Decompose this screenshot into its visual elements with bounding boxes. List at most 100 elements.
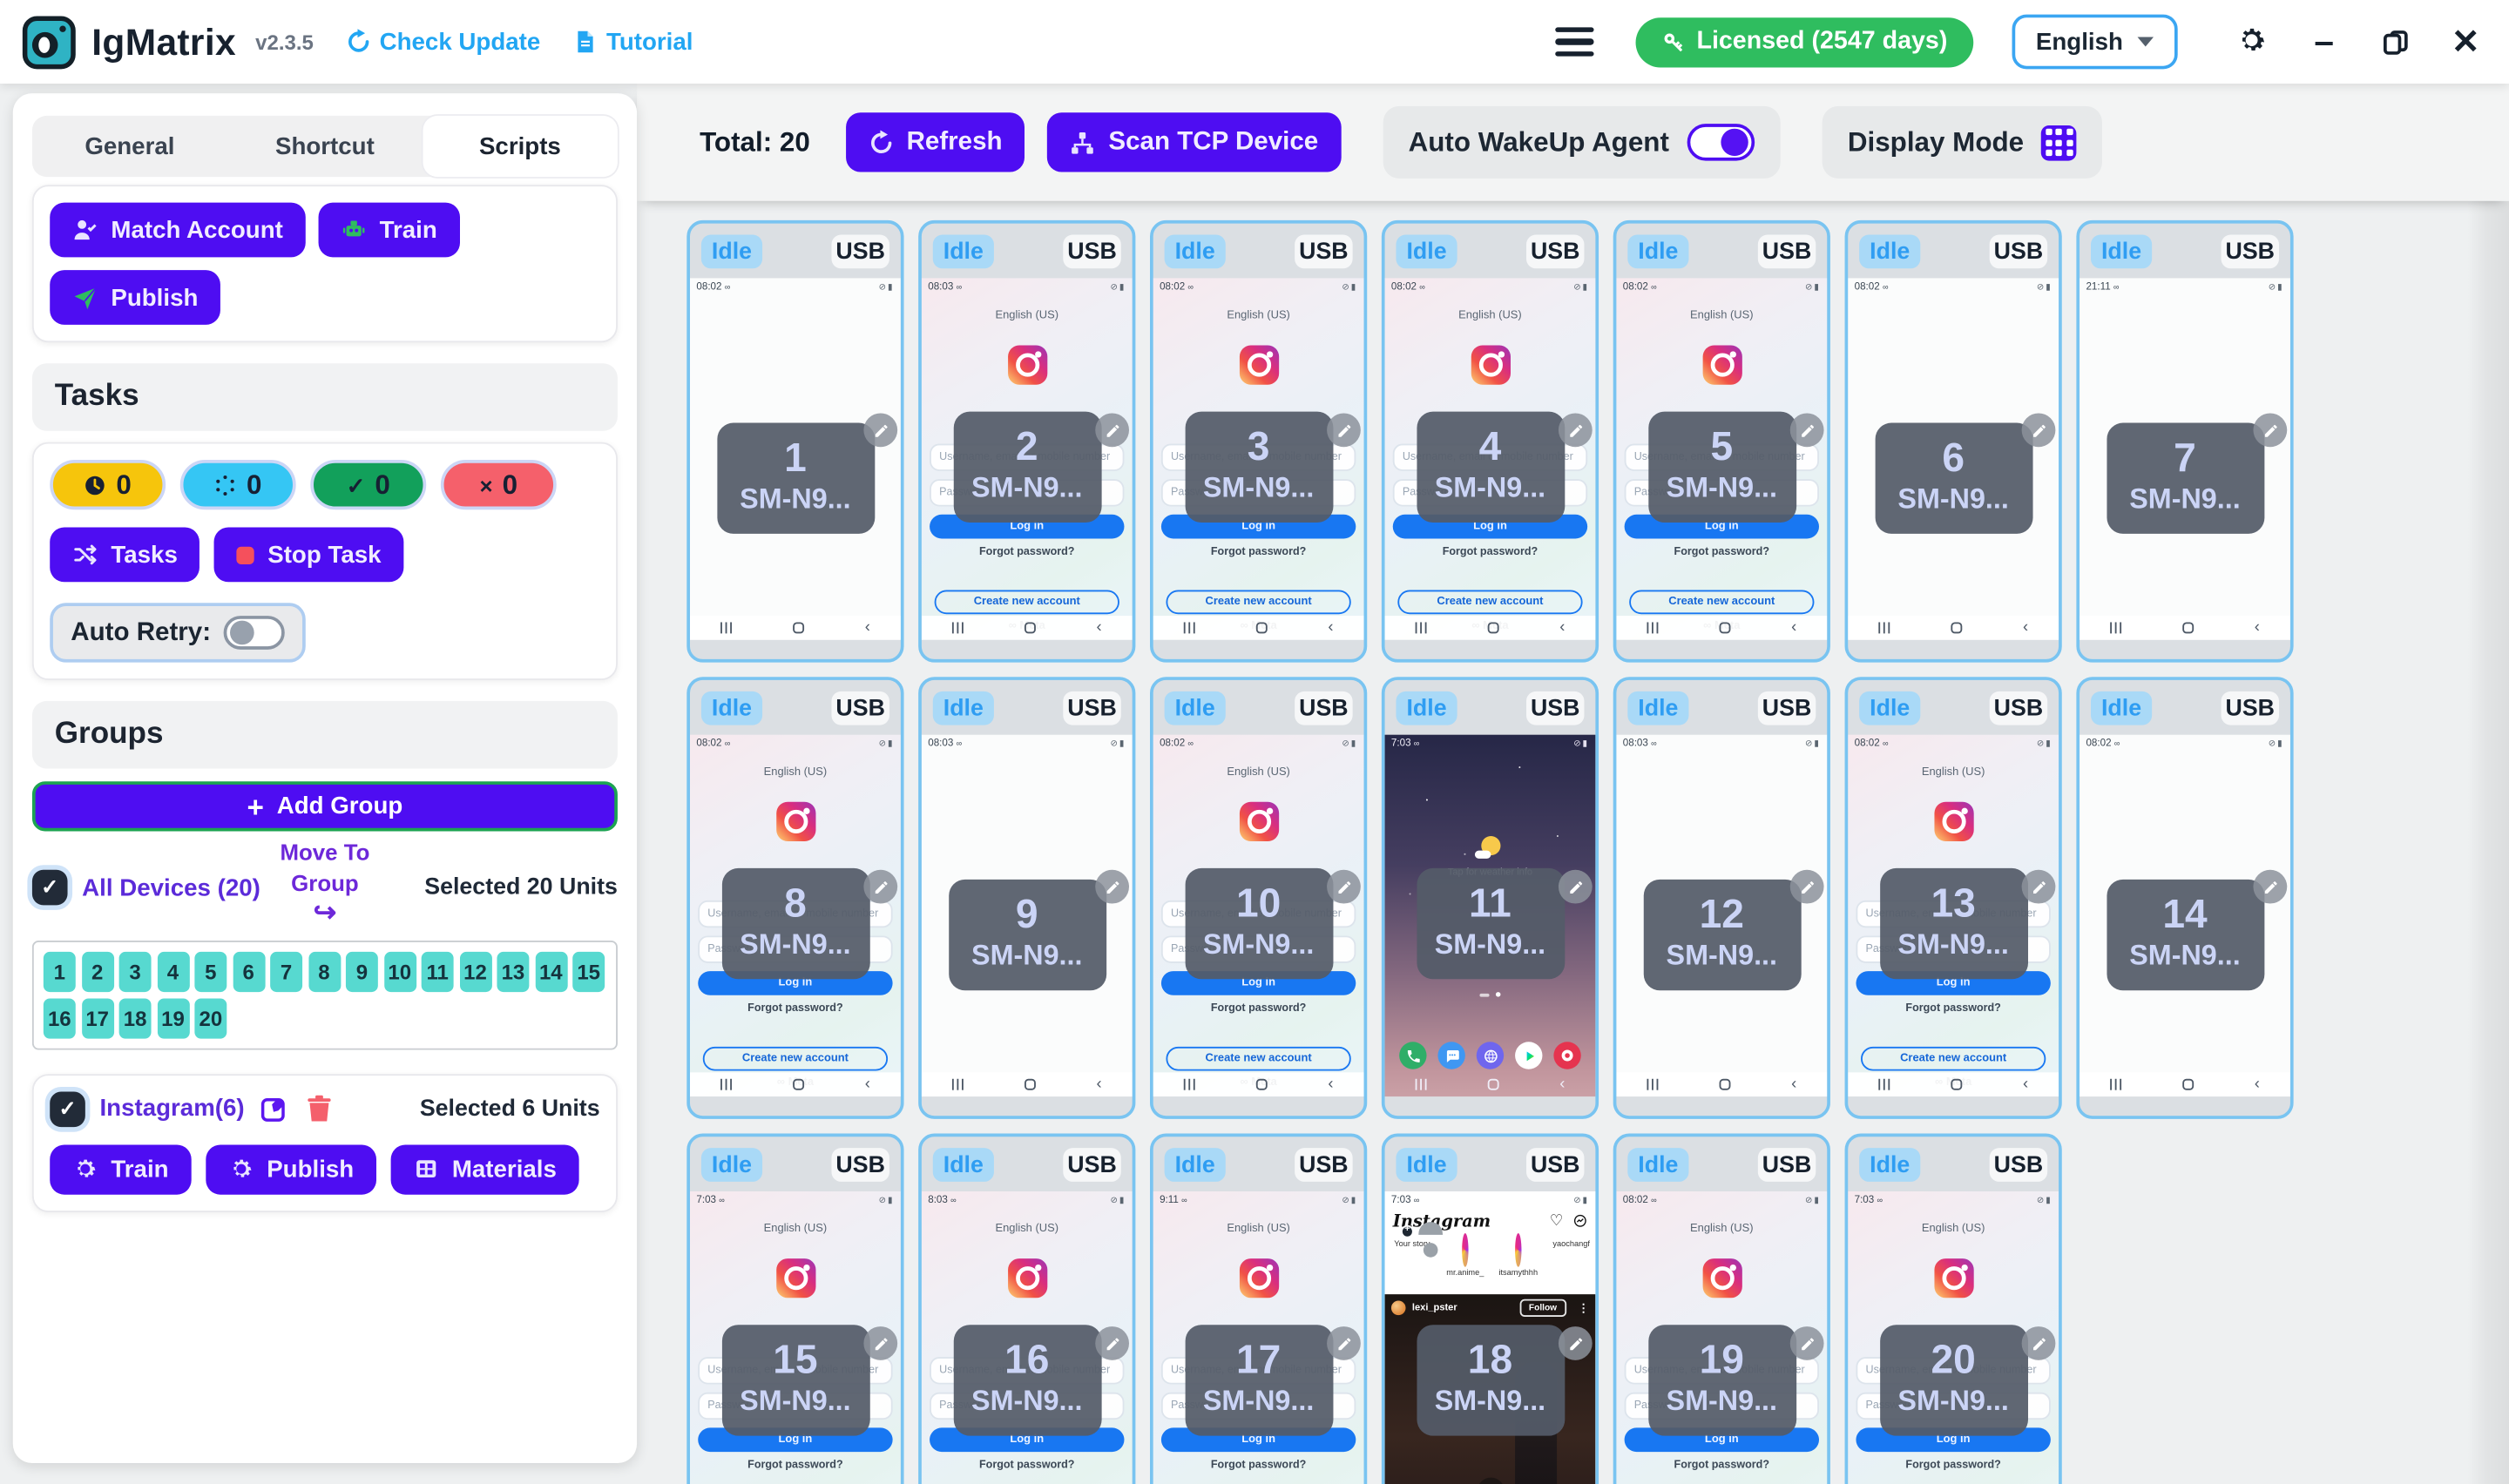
- device-card[interactable]: IdleUSB08:02 ∞⊘▮1SM-N9...‹: [686, 220, 903, 663]
- publish-button[interactable]: Publish: [50, 270, 220, 325]
- train-button[interactable]: Train: [318, 203, 459, 258]
- edit-group-button[interactable]: [259, 1093, 289, 1123]
- edit-device-button[interactable]: [1327, 413, 1361, 447]
- device-chip[interactable]: 20: [194, 998, 227, 1038]
- device-card[interactable]: IdleUSB7:03 ∞⊘▮English (US)Username, ema…: [686, 1134, 903, 1484]
- device-card[interactable]: IdleUSB08:02 ∞⊘▮English (US)Username, em…: [1613, 220, 1830, 663]
- device-card[interactable]: IdleUSB08:02 ∞⊘▮English (US)Username, em…: [1613, 1134, 1830, 1484]
- edit-device-button[interactable]: [1327, 870, 1361, 904]
- device-chip[interactable]: 18: [119, 998, 152, 1038]
- device-chip[interactable]: 17: [81, 998, 113, 1038]
- display-grid-icon[interactable]: [2041, 125, 2077, 160]
- window-minimize-button[interactable]: –: [2303, 21, 2345, 63]
- edit-device-button[interactable]: [2022, 413, 2056, 447]
- device-chip[interactable]: 8: [308, 952, 341, 992]
- group-train-button[interactable]: Train: [50, 1144, 191, 1194]
- tab-scripts[interactable]: Scripts: [423, 116, 618, 177]
- device-card[interactable]: IdleUSB7:03 ∞⊘▮Tap for weather info11SM-…: [1382, 677, 1599, 1119]
- device-chip[interactable]: 2: [81, 952, 113, 992]
- add-group-button[interactable]: + Add Group: [32, 781, 618, 831]
- device-chip[interactable]: 6: [233, 952, 265, 992]
- device-chip[interactable]: 15: [572, 952, 605, 992]
- connection-badge: USB: [1758, 691, 1816, 725]
- device-chip[interactable]: 13: [497, 952, 529, 992]
- device-chip[interactable]: 3: [119, 952, 152, 992]
- edit-device-button[interactable]: [863, 413, 897, 447]
- scroll-gutter[interactable]: [2467, 201, 2509, 1484]
- edit-device-button[interactable]: [863, 870, 897, 904]
- device-card[interactable]: IdleUSB08:03 ∞⊘▮12SM-N9...‹: [1613, 677, 1830, 1119]
- device-chip[interactable]: 7: [270, 952, 302, 992]
- device-card[interactable]: IdleUSB9:11 ∞⊘▮English (US)Username, ema…: [1150, 1134, 1367, 1484]
- language-select[interactable]: English: [2012, 15, 2177, 70]
- license-badge[interactable]: Licensed (2547 days): [1635, 17, 1973, 66]
- device-chip[interactable]: 14: [535, 952, 567, 992]
- device-card[interactable]: IdleUSB08:02 ∞⊘▮English (US)Username, em…: [1382, 220, 1599, 663]
- edit-device-button[interactable]: [1559, 413, 1593, 447]
- instagram-app-icon: [773, 1256, 818, 1301]
- move-to-group-button[interactable]: Move To Group ↪: [264, 834, 386, 929]
- match-account-button[interactable]: Match Account: [50, 203, 305, 258]
- device-card[interactable]: IdleUSB08:02 ∞⊘▮14SM-N9...‹: [2076, 677, 2293, 1119]
- all-devices-checkbox[interactable]: ✓: [32, 870, 68, 906]
- device-chip[interactable]: 5: [194, 952, 227, 992]
- device-card[interactable]: IdleUSB08:02 ∞⊘▮English (US)Username, em…: [686, 677, 903, 1119]
- device-chip[interactable]: 19: [157, 998, 189, 1038]
- menu-icon[interactable]: [1555, 27, 1593, 57]
- edit-device-button[interactable]: [1095, 413, 1129, 447]
- device-card[interactable]: IdleUSB08:02 ∞⊘▮6SM-N9...‹: [1845, 220, 2062, 663]
- phone-status-bar: 08:03 ∞⊘▮: [1616, 735, 1827, 752]
- window-restore-button[interactable]: [2374, 21, 2416, 63]
- edit-device-button[interactable]: [2253, 413, 2287, 447]
- instagram-group-checkbox[interactable]: ✓: [50, 1091, 85, 1127]
- delete-group-button[interactable]: [304, 1093, 335, 1123]
- device-card[interactable]: IdleUSB08:03 ∞⊘▮9SM-N9...‹: [918, 677, 1135, 1119]
- edit-device-button[interactable]: [1790, 870, 1824, 904]
- device-card[interactable]: IdleUSB21:11 ∞⊘▮7SM-N9...‹: [2076, 220, 2293, 663]
- tasks-button[interactable]: Tasks: [50, 528, 200, 583]
- tutorial-link[interactable]: Tutorial: [572, 28, 693, 55]
- tab-general[interactable]: General: [32, 116, 227, 177]
- stop-task-button[interactable]: Stop Task: [214, 528, 403, 583]
- device-chip[interactable]: 16: [44, 998, 76, 1038]
- edit-device-button[interactable]: [1790, 413, 1824, 447]
- edit-device-button[interactable]: [1790, 1326, 1824, 1360]
- edit-device-button[interactable]: [1095, 1326, 1129, 1360]
- device-chip[interactable]: 10: [383, 952, 416, 992]
- edit-device-button[interactable]: [1559, 1326, 1593, 1360]
- edit-device-button[interactable]: [2022, 1326, 2056, 1360]
- phone-language-label: English (US): [690, 1224, 901, 1235]
- settings-gear-button[interactable]: [2232, 21, 2274, 63]
- scan-tcp-button[interactable]: Scan TCP Device: [1047, 112, 1341, 172]
- device-card[interactable]: IdleUSB08:02 ∞⊘▮English (US)Username, em…: [1845, 677, 2062, 1119]
- auto-wakeup-toggle[interactable]: [1687, 124, 1755, 160]
- auto-retry-toggle[interactable]: [224, 616, 285, 650]
- instagram-group-label[interactable]: Instagram(6): [99, 1095, 244, 1122]
- device-card[interactable]: IdleUSB08:02 ∞⊘▮English (US)Username, em…: [1150, 220, 1367, 663]
- refresh-button[interactable]: Refresh: [845, 112, 1025, 172]
- edit-device-button[interactable]: [1095, 870, 1129, 904]
- check-update-link[interactable]: Check Update: [346, 28, 540, 55]
- edit-device-button[interactable]: [1327, 1326, 1361, 1360]
- device-chip[interactable]: 11: [422, 952, 454, 992]
- group-materials-button[interactable]: Materials: [391, 1144, 579, 1194]
- edit-device-button[interactable]: [2253, 870, 2287, 904]
- device-card[interactable]: IdleUSB08:02 ∞⊘▮English (US)Username, em…: [1150, 677, 1367, 1119]
- device-chip[interactable]: 12: [459, 952, 491, 992]
- device-card[interactable]: IdleUSB7:03 ∞⊘▮Instagram♡+Your storymr.a…: [1382, 1134, 1599, 1484]
- edit-device-button[interactable]: [1559, 870, 1593, 904]
- all-devices-label[interactable]: All Devices (20): [82, 874, 260, 901]
- device-chip[interactable]: 9: [346, 952, 378, 992]
- device-card[interactable]: IdleUSB08:03 ∞⊘▮English (US)Username, em…: [918, 220, 1135, 663]
- group-publish-button[interactable]: Publish: [206, 1144, 376, 1194]
- device-chip[interactable]: 1: [44, 952, 76, 992]
- edit-device-button[interactable]: [863, 1326, 897, 1360]
- edit-device-button[interactable]: [2022, 870, 2056, 904]
- device-card[interactable]: IdleUSB8:03 ∞⊘▮English (US)Username, ema…: [918, 1134, 1135, 1484]
- device-chip[interactable]: 4: [157, 952, 189, 992]
- back-icon: ‹: [1097, 1079, 1102, 1090]
- window-close-button[interactable]: ✕: [2445, 21, 2486, 63]
- tab-shortcut[interactable]: Shortcut: [227, 116, 423, 177]
- recents-icon: [1184, 1079, 1195, 1090]
- device-card[interactable]: IdleUSB7:03 ∞⊘▮English (US)Username, ema…: [1845, 1134, 2062, 1484]
